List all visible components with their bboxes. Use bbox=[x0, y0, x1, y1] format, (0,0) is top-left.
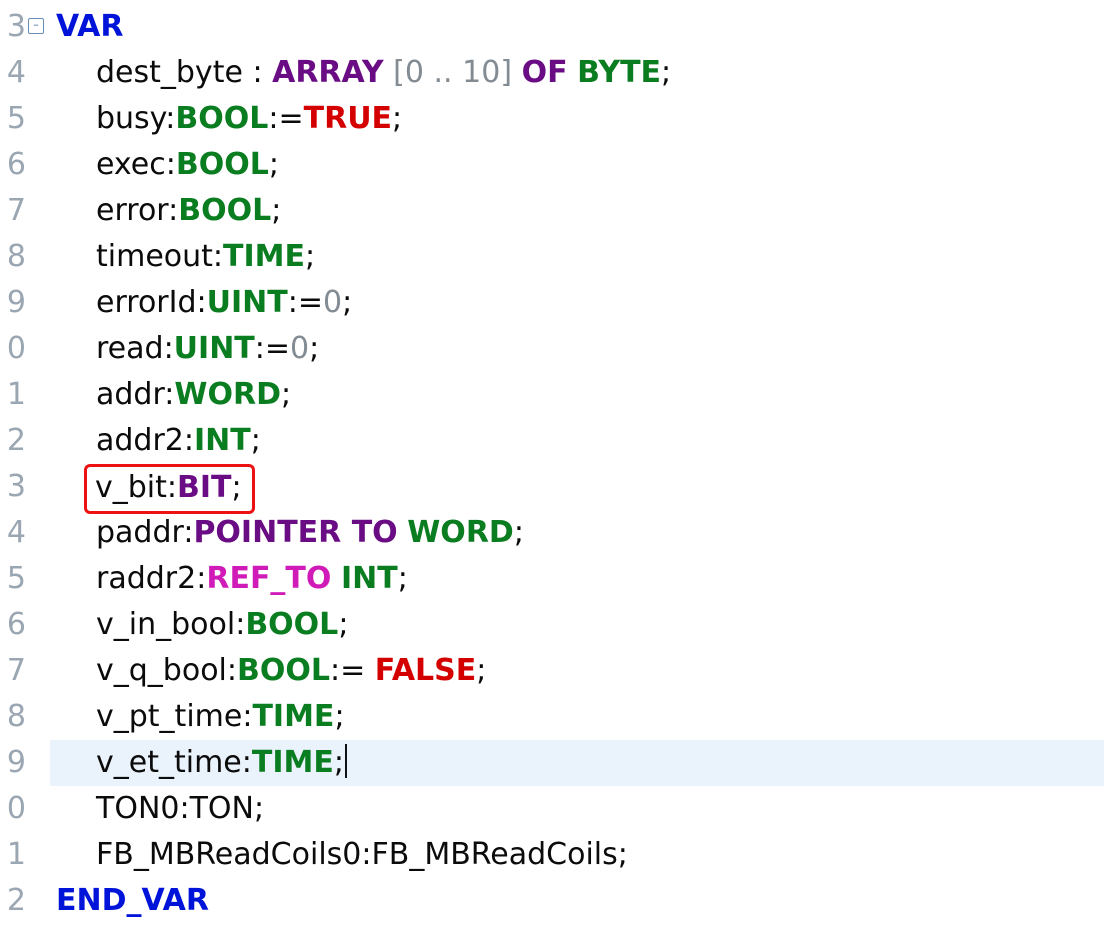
code-line: error:BOOL; bbox=[50, 188, 1104, 234]
keyword-of: OF bbox=[522, 55, 568, 90]
code-line: raddr2:REF_TO INT; bbox=[50, 556, 1104, 602]
type-word: WORD bbox=[174, 377, 281, 412]
line-number: 4 bbox=[0, 510, 26, 556]
type-uint: UINT bbox=[174, 331, 255, 366]
type-bool: BOOL bbox=[178, 193, 271, 228]
line-number: 0 bbox=[0, 326, 26, 372]
type-word: WORD bbox=[407, 515, 514, 550]
line-number: 2 bbox=[0, 418, 26, 464]
ident: dest_byte bbox=[96, 55, 243, 90]
keyword-array: ARRAY bbox=[272, 55, 384, 90]
type-uint: UINT bbox=[207, 285, 288, 320]
code-line: FB_MBReadCoils0:FB_MBReadCoils; bbox=[50, 832, 1104, 878]
ident: TON0 bbox=[96, 791, 179, 826]
ident: v_pt_time bbox=[96, 699, 242, 734]
code-line: TON0:TON; bbox=[50, 786, 1104, 832]
highlight-box: v_bit:BIT; bbox=[84, 464, 255, 514]
code-line: errorId:UINT:=0; bbox=[50, 280, 1104, 326]
type-bool: BOOL bbox=[175, 101, 268, 136]
line-number: 1 bbox=[0, 372, 26, 418]
literal-true: TRUE bbox=[304, 101, 392, 136]
fold-icon[interactable]: – bbox=[28, 18, 44, 34]
type-bool: BOOL bbox=[237, 653, 330, 688]
ident: timeout bbox=[96, 239, 213, 274]
ident: exec bbox=[96, 147, 166, 182]
code-line: addr2:INT; bbox=[50, 418, 1104, 464]
ident: raddr2 bbox=[96, 561, 196, 596]
ident: addr2 bbox=[96, 423, 184, 458]
line-number: 9 bbox=[0, 740, 26, 786]
code-line: busy:BOOL:=TRUE; bbox=[50, 96, 1104, 142]
ident: read bbox=[96, 331, 164, 366]
ident: v_in_bool bbox=[96, 607, 235, 642]
ident: v_q_bool bbox=[96, 653, 227, 688]
code-line: read:UINT:=0; bbox=[50, 326, 1104, 372]
code-line: v_in_bool:BOOL; bbox=[50, 602, 1104, 648]
type-int: INT bbox=[341, 561, 398, 596]
keyword-ref-to: REF_TO bbox=[206, 561, 331, 596]
line-number: 0 bbox=[0, 786, 26, 832]
keyword-var: VAR bbox=[56, 9, 124, 44]
text-cursor bbox=[345, 744, 347, 778]
ident: v_bit bbox=[95, 470, 167, 505]
ident: addr bbox=[96, 377, 164, 412]
ident: error bbox=[96, 193, 168, 228]
code-line: paddr:POINTER TO WORD; bbox=[50, 510, 1104, 556]
keyword-end-var: END_VAR bbox=[56, 883, 209, 918]
line-number: 2 bbox=[0, 878, 26, 924]
editor: 3– 4 5 6 7 8 9 0 1 2 3 4 5 6 7 8 9 0 1 2… bbox=[0, 0, 1114, 934]
line-number: 8 bbox=[0, 234, 26, 280]
code-line: addr:WORD; bbox=[50, 372, 1104, 418]
code-line: END_VAR bbox=[50, 878, 1104, 924]
line-number: 7 bbox=[0, 648, 26, 694]
line-number: 7 bbox=[0, 188, 26, 234]
type-bool: BOOL bbox=[176, 147, 269, 182]
line-number: 1 bbox=[0, 832, 26, 878]
line-number: 8 bbox=[0, 694, 26, 740]
line-number: 3– bbox=[0, 4, 26, 50]
line-gutter: 3– 4 5 6 7 8 9 0 1 2 3 4 5 6 7 8 9 0 1 2 bbox=[0, 0, 26, 934]
code-line-current: v_et_time:TIME; bbox=[50, 740, 1104, 786]
line-number: 5 bbox=[0, 96, 26, 142]
type-fb: FB_MBReadCoils bbox=[371, 837, 617, 872]
line-number: 6 bbox=[0, 602, 26, 648]
code-line: VAR bbox=[50, 4, 1104, 50]
type-bit: BIT bbox=[177, 470, 232, 505]
line-number: 9 bbox=[0, 280, 26, 326]
type-int: INT bbox=[194, 423, 251, 458]
ident: busy bbox=[96, 101, 165, 136]
ident: errorId bbox=[96, 285, 197, 320]
literal-false: FALSE bbox=[375, 653, 476, 688]
line-number: 4 bbox=[0, 50, 26, 96]
line-number: 5 bbox=[0, 556, 26, 602]
type-byte: BYTE bbox=[577, 55, 661, 90]
code-line: v_q_bool:BOOL:= FALSE; bbox=[50, 648, 1104, 694]
code-line: v_bit:BIT; bbox=[50, 464, 1104, 510]
type-time: TIME bbox=[252, 699, 334, 734]
type-ton: TON bbox=[190, 791, 254, 826]
code-line: exec:BOOL; bbox=[50, 142, 1104, 188]
type-bool: BOOL bbox=[245, 607, 338, 642]
code-line: v_pt_time:TIME; bbox=[50, 694, 1104, 740]
ident: FB_MBReadCoils0 bbox=[96, 837, 361, 872]
line-number: 3 bbox=[0, 464, 26, 510]
type-time: TIME bbox=[252, 745, 334, 780]
type-time: TIME bbox=[223, 239, 305, 274]
code-line: timeout:TIME; bbox=[50, 234, 1104, 280]
code-area[interactable]: VAR dest_byte : ARRAY [0 .. 10] OF BYTE;… bbox=[26, 0, 1114, 934]
keyword-pointer-to: POINTER TO bbox=[193, 515, 397, 550]
ident: v_et_time bbox=[96, 745, 242, 780]
ident: paddr bbox=[96, 515, 183, 550]
code-line: dest_byte : ARRAY [0 .. 10] OF BYTE; bbox=[50, 50, 1104, 96]
line-number: 6 bbox=[0, 142, 26, 188]
